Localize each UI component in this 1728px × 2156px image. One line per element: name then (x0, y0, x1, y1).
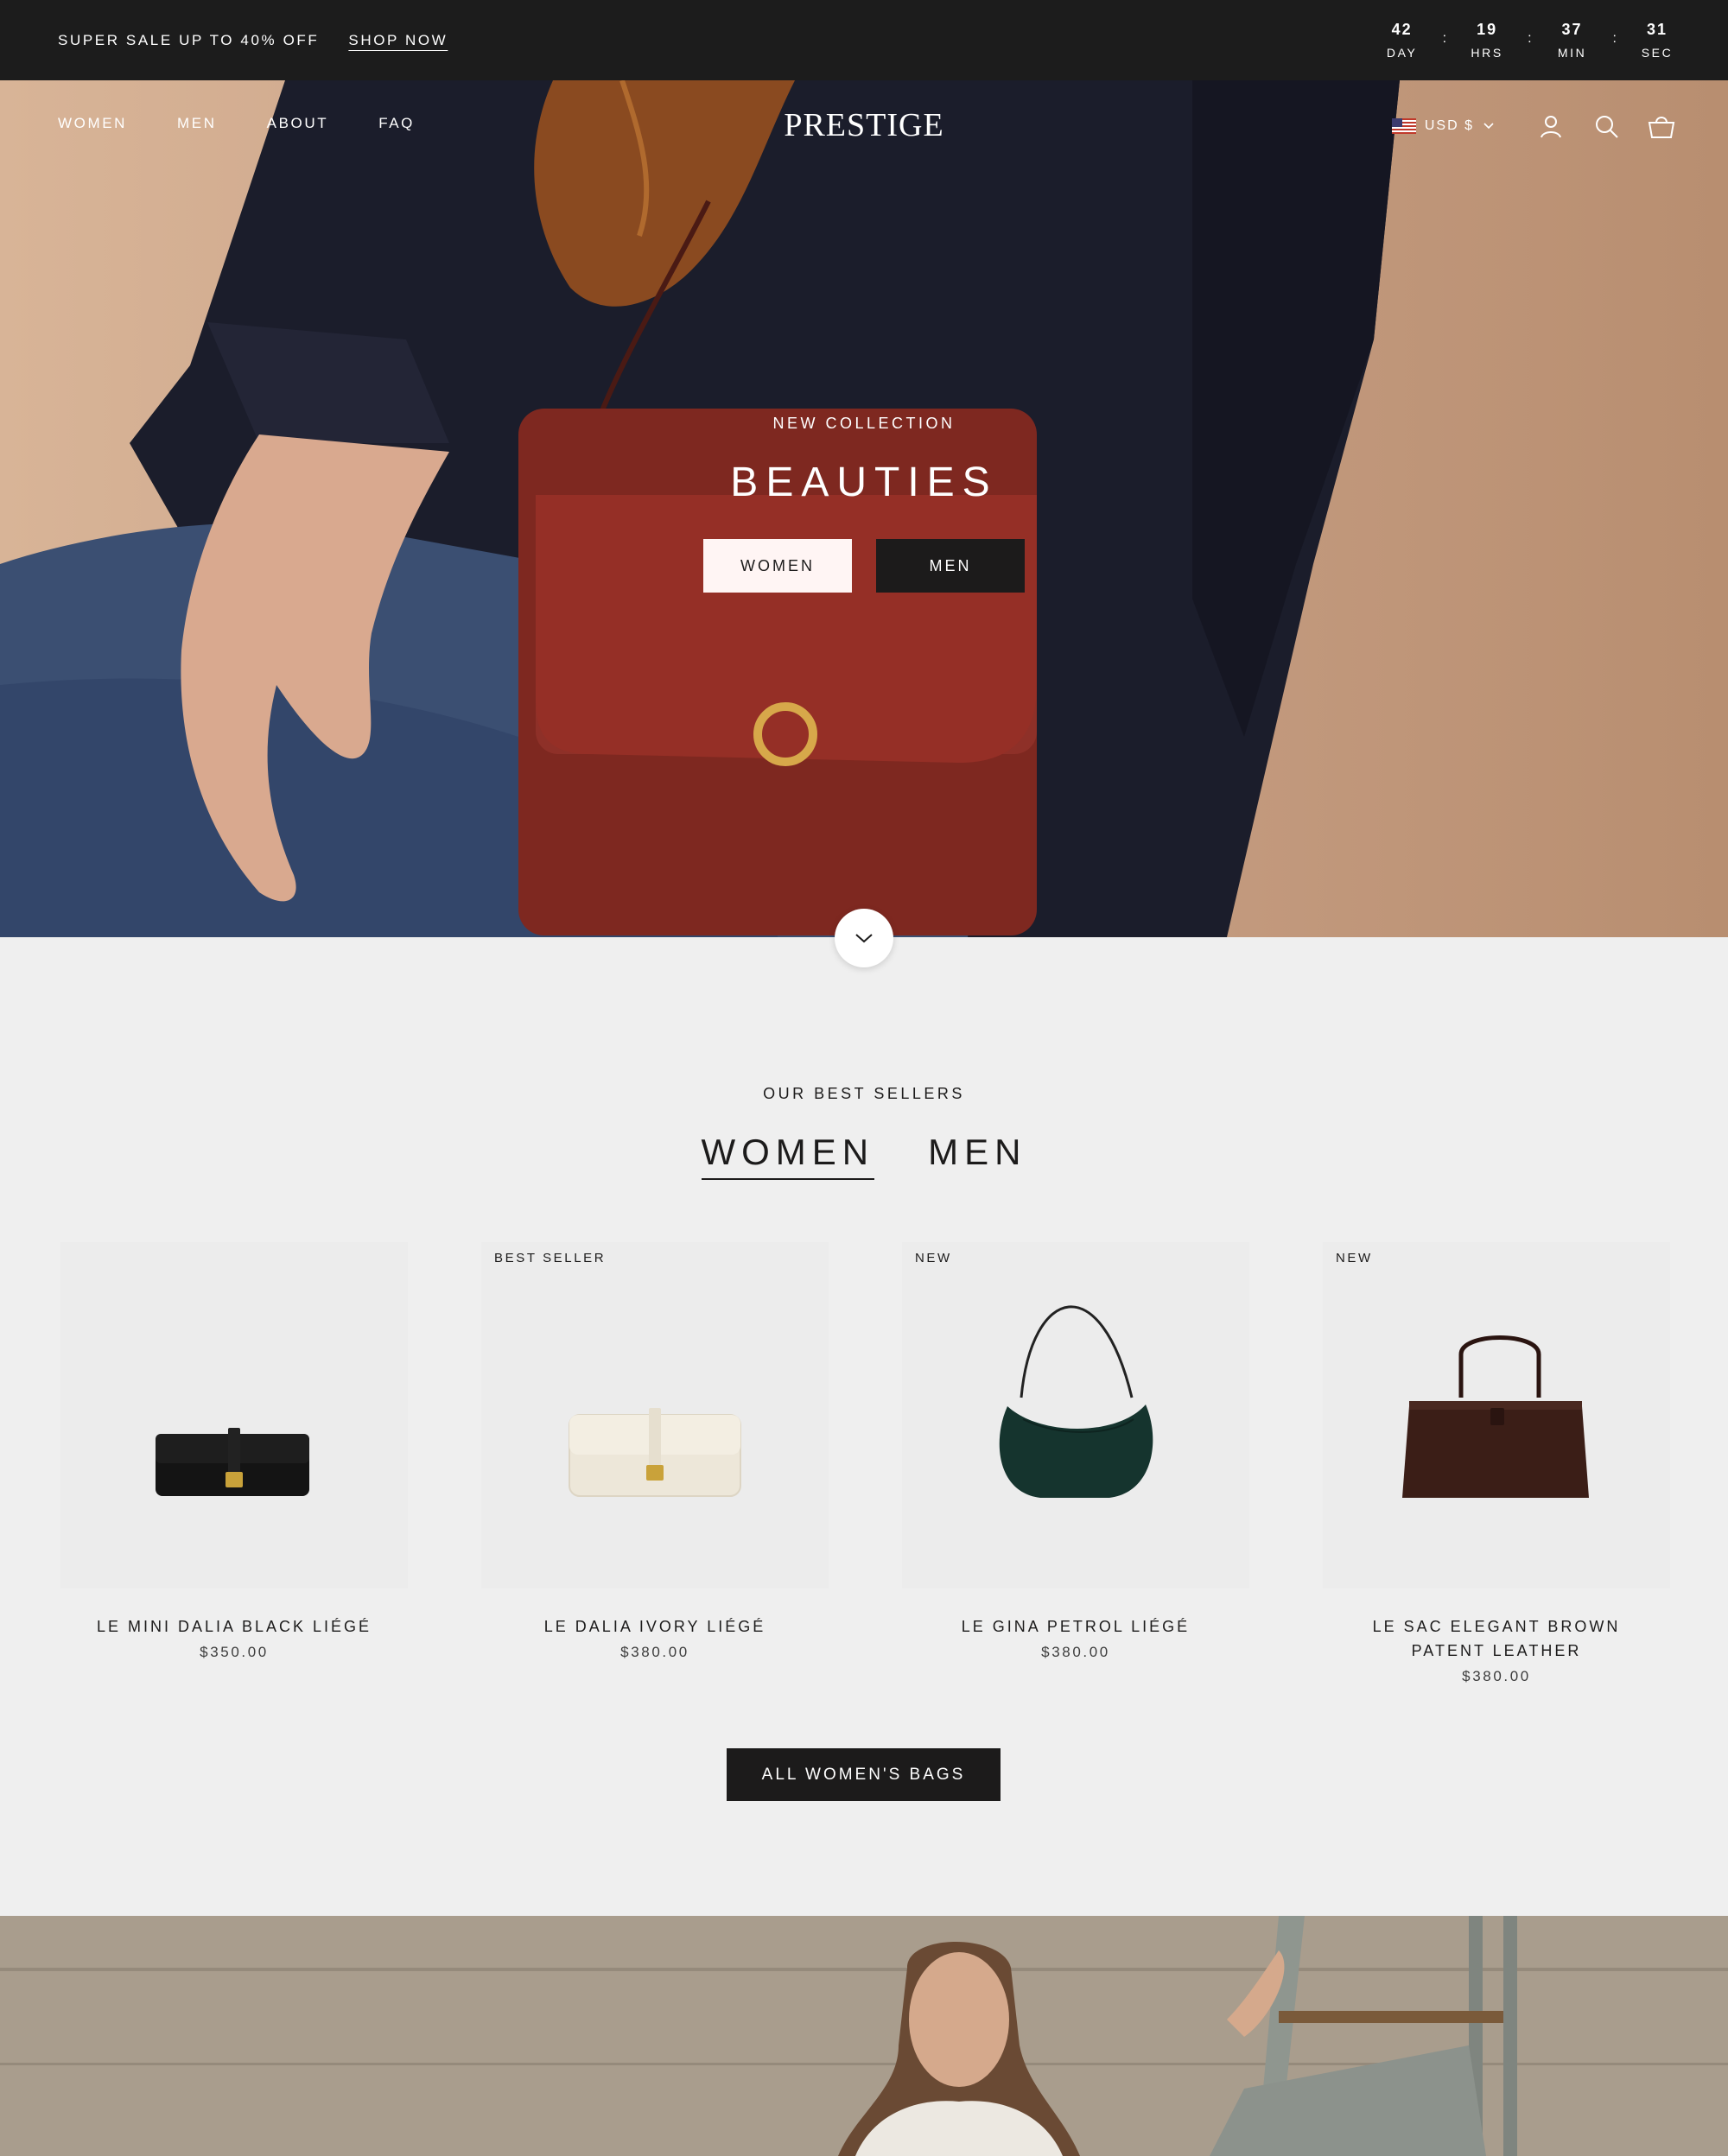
countdown-separator: : (1612, 30, 1617, 46)
account-icon[interactable] (1536, 111, 1566, 141)
countdown-timer: 42 DAY : 19 HRS : 37 MIN : 31 SEC (1386, 0, 1674, 80)
us-flag-icon (1391, 118, 1416, 134)
hero-buttons: WOMEN MEN (0, 539, 1728, 593)
promo-area: SUPER SALE UP TO 40% OFF SHOP NOW (58, 0, 448, 80)
search-icon[interactable] (1591, 111, 1621, 141)
product-price: $380.00 (620, 1644, 689, 1660)
countdown-label: DAY (1386, 46, 1418, 60)
countdown-value: 37 (1561, 21, 1583, 38)
product-name[interactable]: LE MINI DALIA BLACK LIÉGÉ (60, 1614, 408, 1639)
countdown-days: 42 DAY (1386, 21, 1419, 60)
tab-women[interactable]: WOMEN (701, 1132, 875, 1180)
product-name[interactable]: LE DALIA IVORY LIÉGÉ (481, 1614, 829, 1639)
product-price: $380.00 (1041, 1644, 1110, 1660)
product-image (1402, 1335, 1589, 1498)
product-image (156, 1428, 309, 1496)
tab-men[interactable]: MEN (928, 1132, 1026, 1180)
currency-selector[interactable]: USD $ (1391, 118, 1495, 134)
countdown-seconds: 31 SEC (1641, 21, 1674, 60)
product-price: $380.00 (1462, 1668, 1531, 1684)
currency-label: USD $ (1424, 118, 1474, 133)
countdown-label: SEC (1641, 46, 1674, 60)
all-womens-bags-button[interactable]: ALL WOMEN'S BAGS (727, 1748, 1001, 1801)
product-image (569, 1408, 741, 1497)
countdown-value: 31 (1646, 21, 1668, 38)
product-image-card[interactable]: BEST SELLER (481, 1242, 829, 1588)
countdown-value: 19 (1477, 21, 1498, 38)
countdown-value: 42 (1391, 21, 1413, 38)
product-card[interactable]: LE MINI DALIA BLACK LIÉGÉ $350.00 (60, 1242, 408, 1661)
promo-text: SUPER SALE UP TO 40% OFF (58, 31, 320, 48)
product-card[interactable]: BEST SELLER LE DALIA IVORY LIÉGÉ $380.00 (481, 1242, 829, 1661)
hero-women-button[interactable]: WOMEN (703, 539, 852, 593)
lifestyle-image (0, 1916, 1728, 2156)
product-name[interactable]: LE GINA PETROL LIÉGÉ (902, 1614, 1249, 1639)
product-card[interactable]: NEW LE GINA PETROL LIÉGÉ $380.00 (902, 1242, 1249, 1661)
countdown-label: MIN (1557, 46, 1587, 60)
countdown-label: HRS (1471, 46, 1503, 60)
chevron-down-icon (855, 934, 873, 943)
site-header: WOMEN MEN ABOUT FAQ PRESTIGE USD $ (0, 80, 1728, 174)
product-image-card[interactable]: NEW (1323, 1242, 1670, 1588)
announcement-bar: SUPER SALE UP TO 40% OFF SHOP NOW 42 DAY… (0, 0, 1728, 80)
product-image-card[interactable] (60, 1242, 408, 1588)
hero-men-button[interactable]: MEN (876, 539, 1025, 593)
lifestyle-banner (0, 1916, 1728, 2156)
cart-icon[interactable] (1647, 111, 1676, 141)
countdown-hours: 19 HRS (1471, 21, 1503, 60)
countdown-minutes: 37 MIN (1556, 21, 1589, 60)
countdown-separator: : (1528, 30, 1532, 46)
product-image (999, 1305, 1153, 1498)
hero-content: NEW COLLECTION BEAUTIES WOMEN MEN (0, 415, 1728, 593)
scroll-down-button[interactable] (835, 909, 893, 967)
product-name[interactable]: LE SAC ELEGANT BROWN PATENT LEATHER (1323, 1614, 1670, 1663)
header-actions: USD $ (1391, 106, 1676, 146)
chevron-down-icon (1483, 123, 1494, 130)
hero-subtitle: NEW COLLECTION (772, 415, 956, 432)
product-card[interactable]: NEW LE SAC ELEGANT BROWN PATENT LEATHER … (1323, 1242, 1670, 1685)
product-price: $350.00 (200, 1644, 269, 1660)
product-image-card[interactable]: NEW (902, 1242, 1249, 1588)
best-sellers-tabs: WOMEN MEN (0, 1132, 1728, 1180)
hero-title: BEAUTIES (730, 460, 998, 505)
countdown-separator: : (1442, 30, 1447, 46)
shop-now-link[interactable]: SHOP NOW (348, 32, 448, 49)
best-sellers-eyebrow: OUR BEST SELLERS (763, 1085, 965, 1102)
